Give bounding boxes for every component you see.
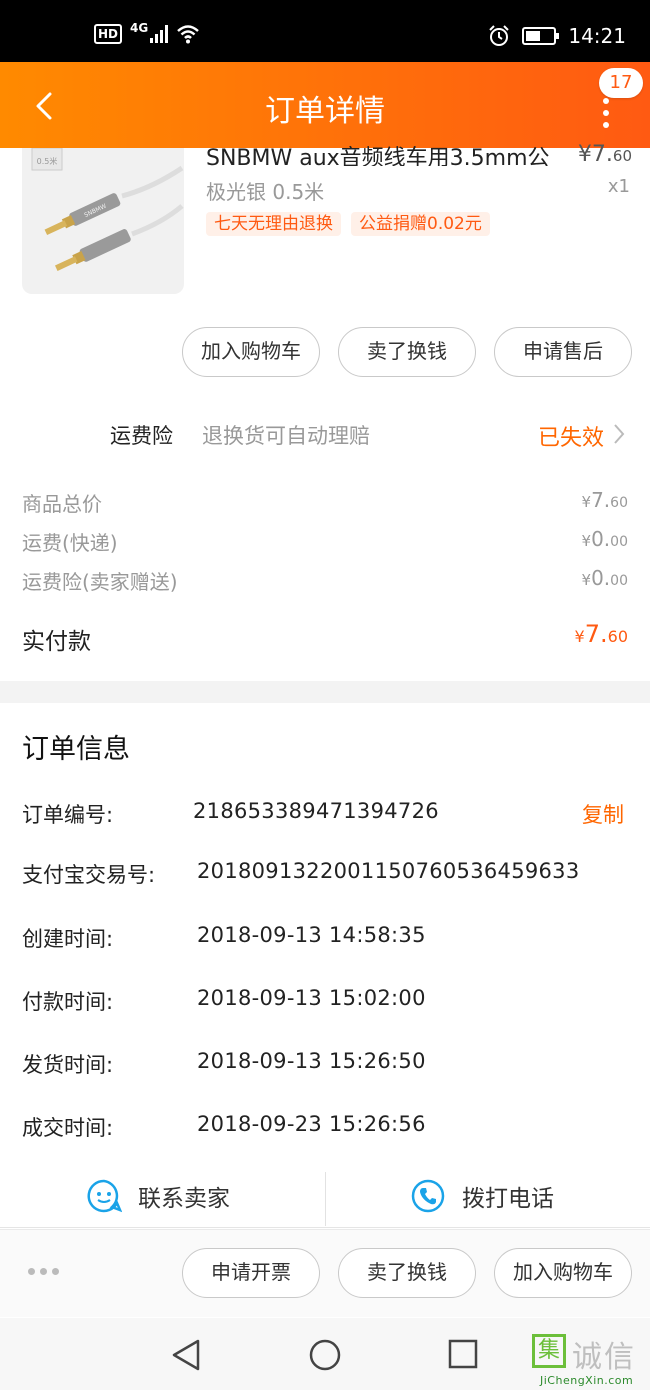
alipay-trade-value: 2018091322001150760536459633 bbox=[197, 859, 580, 883]
image-length-label: 0.5米 bbox=[37, 156, 58, 166]
product-image[interactable]: 0.5米 SNBMW bbox=[22, 148, 184, 294]
chevron-right-icon[interactable] bbox=[612, 422, 626, 446]
bottom-resell-button[interactable]: 卖了换钱 bbox=[338, 1248, 476, 1298]
alarm-icon bbox=[489, 25, 510, 46]
battery-icon bbox=[522, 27, 560, 45]
phone-icon bbox=[411, 1179, 445, 1213]
watermark-text: 诚信 bbox=[572, 1340, 636, 1375]
message-count-badge[interactable]: 17 bbox=[599, 68, 643, 98]
product-tags: 七天无理由退换 公益捐赠0.02元 bbox=[206, 212, 490, 236]
paid-time-label: 付款时间: bbox=[22, 990, 114, 1014]
apply-invoice-button[interactable]: 申请开票 bbox=[182, 1248, 320, 1298]
contact-divider bbox=[325, 1172, 326, 1226]
fee-shipping-value: ¥0.00 bbox=[581, 527, 628, 551]
product-name[interactable]: SNBMW aux音频线车用3.5mm公 bbox=[206, 140, 556, 166]
product-quantity: x1 bbox=[607, 176, 630, 197]
paid-time-value: 2018-09-13 15:02:00 bbox=[197, 986, 426, 1010]
completed-time-label: 成交时间: bbox=[22, 1116, 114, 1140]
created-time-value: 2018-09-13 14:58:35 bbox=[197, 923, 426, 947]
more-menu-icon[interactable] bbox=[594, 98, 618, 138]
contact-seller-label: 联系卖家 bbox=[138, 1186, 230, 1212]
order-info-title: 订单信息 bbox=[22, 734, 130, 765]
nav-bar: 订单详情 bbox=[0, 62, 650, 148]
copy-button[interactable]: 复制 bbox=[582, 799, 624, 829]
signal-icon bbox=[150, 25, 169, 43]
tag-seven-day-return: 七天无理由退换 bbox=[206, 212, 341, 236]
shipped-time-value: 2018-09-13 15:26:50 bbox=[197, 1049, 426, 1073]
alipay-trade-label: 支付宝交易号: bbox=[22, 863, 156, 887]
fee-insurance-label: 运费险(卖家赠送) bbox=[22, 570, 178, 594]
call-phone-button[interactable]: 拨打电话 bbox=[410, 1178, 554, 1214]
shipped-time-label: 发货时间: bbox=[22, 1053, 114, 1077]
after-sales-button[interactable]: 申请售后 bbox=[494, 327, 632, 377]
status-time: 14:21 bbox=[568, 24, 626, 48]
fee-insurance-value: ¥0.00 bbox=[581, 566, 628, 590]
network-label: 4G bbox=[130, 21, 149, 35]
total-paid-value: ¥7.60 bbox=[574, 620, 628, 648]
order-number-label: 订单编号: bbox=[22, 803, 114, 827]
insurance-desc: 退换货可自动理赔 bbox=[202, 424, 370, 448]
nav-recents-icon[interactable] bbox=[448, 1339, 478, 1369]
bottom-add-to-cart-button[interactable]: 加入购物车 bbox=[494, 1248, 632, 1298]
resell-button[interactable]: 卖了换钱 bbox=[338, 327, 476, 377]
wifi-icon bbox=[177, 25, 200, 44]
more-dots-icon[interactable] bbox=[28, 1268, 59, 1275]
nav-home-icon[interactable] bbox=[308, 1338, 342, 1372]
watermark-logo: 集 诚信 JiChengXin.com bbox=[532, 1330, 648, 1388]
page-title: 订单详情 bbox=[265, 94, 385, 129]
status-right: 14:21 bbox=[488, 24, 626, 48]
call-phone-label: 拨打电话 bbox=[462, 1186, 554, 1212]
product-price: ¥7.60 bbox=[577, 142, 632, 167]
completed-time-value: 2018-09-23 15:26:56 bbox=[197, 1112, 426, 1136]
insurance-status[interactable]: 已失效 bbox=[538, 420, 604, 452]
status-bar: HD 4G 14:21 bbox=[0, 0, 650, 62]
fee-goods-total-label: 商品总价 bbox=[22, 492, 102, 516]
product-spec: 极光银 0.5米 bbox=[206, 180, 325, 204]
cable-image: 0.5米 SNBMW bbox=[31, 148, 184, 271]
chat-icon bbox=[87, 1179, 122, 1213]
nav-back-icon[interactable] bbox=[170, 1338, 202, 1372]
hd-icon: HD bbox=[94, 24, 123, 44]
tag-charity: 公益捐赠0.02元 bbox=[351, 212, 490, 236]
status-left: HD 4G bbox=[94, 21, 200, 44]
order-number-value: 218653389471394726 bbox=[193, 799, 439, 823]
section-divider bbox=[0, 681, 650, 703]
watermark-url: JiChengXin.com bbox=[540, 1374, 634, 1387]
watermark-box: 集 bbox=[532, 1334, 566, 1368]
add-to-cart-button[interactable]: 加入购物车 bbox=[182, 327, 320, 377]
fee-shipping-label: 运费(快递) bbox=[22, 531, 118, 555]
total-paid-label: 实付款 bbox=[22, 629, 91, 655]
fee-goods-total-value: ¥7.60 bbox=[581, 488, 628, 512]
contact-seller-button[interactable]: 联系卖家 bbox=[86, 1178, 230, 1214]
created-time-label: 创建时间: bbox=[22, 927, 114, 951]
insurance-label: 运费险 bbox=[110, 424, 173, 448]
